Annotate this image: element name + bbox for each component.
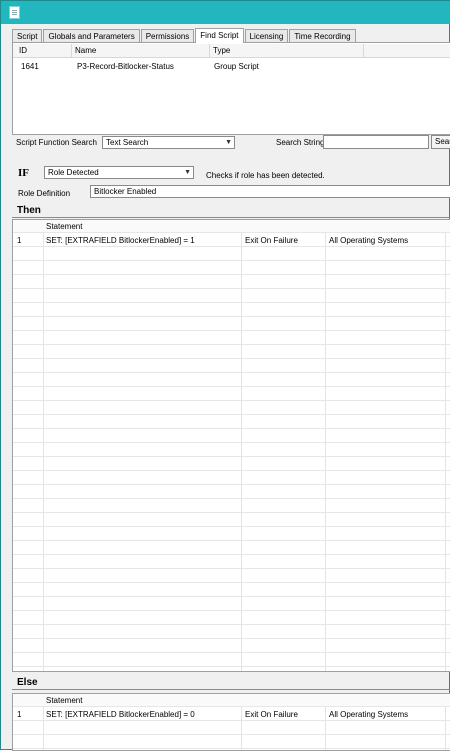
empty-row — [13, 584, 450, 597]
else-row-failure: Exit On Failure — [245, 710, 298, 719]
search-string-input[interactable] — [323, 135, 429, 149]
empty-row — [13, 360, 450, 373]
search-row: Script Function Search Text Search ▼ Sea… — [12, 135, 450, 151]
if-label: IF — [18, 167, 29, 179]
empty-row — [13, 402, 450, 415]
window: Script Globals and Parameters Permission… — [0, 0, 450, 751]
chevron-down-icon: ▼ — [225, 139, 232, 146]
column-header-type[interactable]: Type — [213, 44, 230, 58]
script-function-search-label: Script Function Search — [16, 138, 97, 147]
then-row-number: 1 — [17, 236, 22, 245]
then-statements-table: Statement 1 SET: [EXTRAFIELD BitlockerEn… — [12, 219, 450, 672]
tab-permissions[interactable]: Permissions — [140, 29, 195, 43]
condition-function-value: Role Detected — [48, 168, 99, 177]
empty-row — [13, 626, 450, 639]
search-mode-value: Text Search — [106, 138, 149, 147]
search-mode-select[interactable]: Text Search ▼ — [102, 136, 235, 149]
empty-row — [13, 472, 450, 485]
empty-row — [13, 736, 450, 749]
else-row-os: All Operating Systems — [329, 710, 409, 719]
empty-row — [13, 458, 450, 471]
role-definition-label: Role Definition — [18, 189, 71, 198]
results-table: ID Name Type 1641 P3-Record-Bitlocker-St… — [12, 42, 450, 135]
table-row[interactable]: 1641 P3-Record-Bitlocker-Status Group Sc… — [13, 60, 450, 74]
tab-globals-and-parameters[interactable]: Globals and Parameters — [43, 29, 140, 43]
tab-strip: Script Globals and Parameters Permission… — [12, 28, 357, 43]
else-statement-header[interactable]: Statement — [46, 694, 82, 707]
empty-row — [13, 388, 450, 401]
empty-row — [13, 430, 450, 443]
empty-row — [13, 248, 450, 261]
empty-row — [13, 444, 450, 457]
row-name: P3-Record-Bitlocker-Status — [77, 62, 174, 71]
else-row-statement: SET: [EXTRAFIELD BitlockerEnabled] = 0 — [46, 710, 195, 719]
row-type: Group Script — [214, 62, 259, 71]
else-statements-table: Statement 1 SET: [EXTRAFIELD BitlockerEn… — [12, 693, 450, 751]
empty-row — [13, 374, 450, 387]
empty-row — [13, 542, 450, 555]
empty-row — [13, 500, 450, 513]
empty-row — [13, 262, 450, 275]
chevron-down-icon: ▼ — [184, 169, 191, 176]
empty-row — [13, 346, 450, 359]
empty-row — [13, 612, 450, 625]
role-definition-input[interactable]: Bitlocker Enabled — [90, 185, 450, 198]
document-icon — [9, 6, 20, 19]
row-id: 1641 — [21, 62, 39, 71]
title-bar — [1, 1, 450, 24]
empty-row — [13, 486, 450, 499]
empty-row — [13, 318, 450, 331]
empty-row — [13, 290, 450, 303]
then-row-os: All Operating Systems — [329, 236, 409, 245]
table-header: ID Name Type — [13, 44, 450, 58]
column-header-id[interactable]: ID — [19, 44, 27, 58]
condition-description: Checks if role has been detected. — [206, 171, 325, 180]
empty-row — [13, 304, 450, 317]
column-header-name[interactable]: Name — [75, 44, 96, 58]
empty-row — [13, 416, 450, 429]
then-row-statement: SET: [EXTRAFIELD BitlockerEnabled] = 1 — [46, 236, 195, 245]
else-title: Else — [17, 677, 38, 688]
then-title: Then — [17, 205, 41, 216]
condition-function-select[interactable]: Role Detected ▼ — [44, 166, 194, 179]
empty-row — [13, 570, 450, 583]
empty-row — [13, 276, 450, 289]
then-header-row: Statement — [13, 220, 450, 233]
search-string-label: Search String — [276, 138, 325, 147]
empty-row — [13, 556, 450, 569]
tab-time-recording[interactable]: Time Recording — [289, 29, 356, 43]
then-statement-header[interactable]: Statement — [46, 220, 82, 233]
empty-row — [13, 640, 450, 653]
else-header-row: Statement — [13, 694, 450, 707]
empty-row — [13, 654, 450, 667]
table-row[interactable]: 1 SET: [EXTRAFIELD BitlockerEnabled] = 1… — [13, 234, 450, 247]
else-row-number: 1 — [17, 710, 22, 719]
empty-row — [13, 332, 450, 345]
tab-licensing[interactable]: Licensing — [244, 29, 289, 43]
tab-script[interactable]: Script — [12, 29, 43, 43]
table-row[interactable]: 1 SET: [EXTRAFIELD BitlockerEnabled] = 0… — [13, 708, 450, 721]
search-button[interactable]: Sear — [431, 135, 450, 149]
empty-row — [13, 598, 450, 611]
tab-find-script[interactable]: Find Script — [195, 28, 244, 43]
empty-row — [13, 528, 450, 541]
empty-row — [13, 514, 450, 527]
empty-row — [13, 722, 450, 735]
then-row-failure: Exit On Failure — [245, 236, 298, 245]
